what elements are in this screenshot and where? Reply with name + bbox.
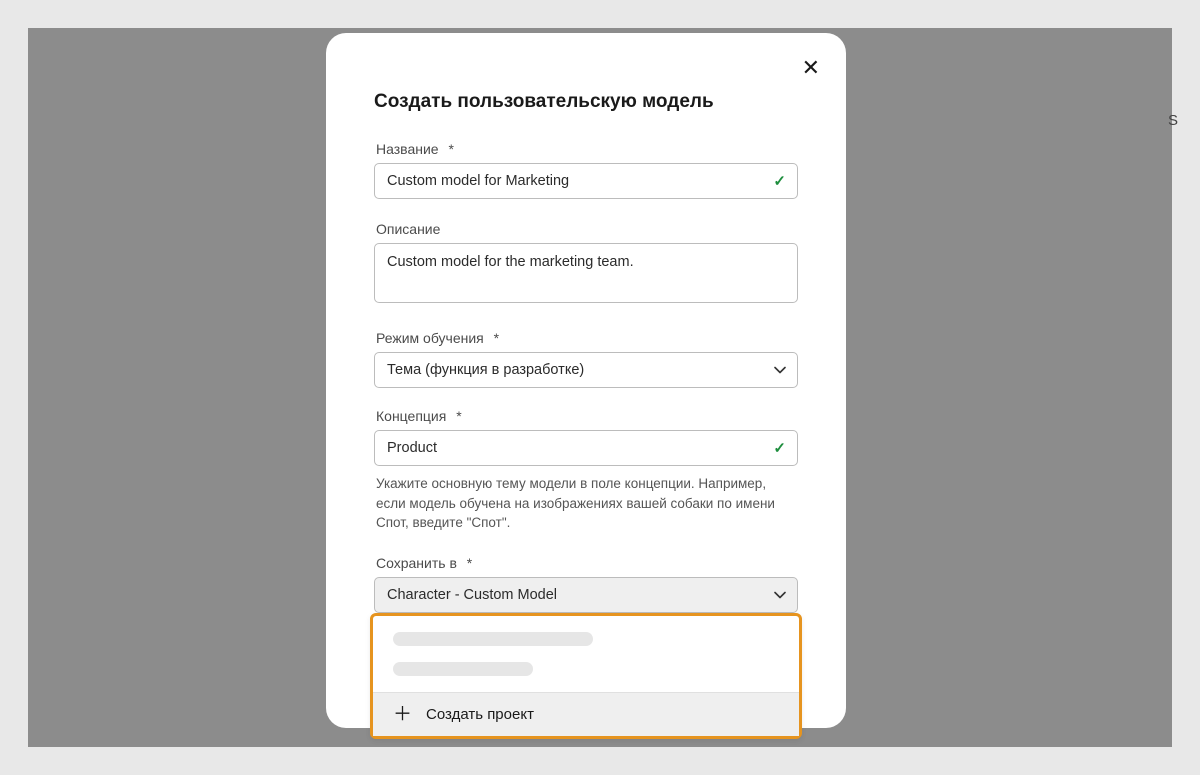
description-input-wrap: Custom model for the marketing team. (374, 243, 798, 308)
check-icon: ✓ (773, 172, 786, 190)
save-in-select-wrap: Character - Custom Model (374, 577, 798, 613)
skeleton-placeholder (393, 662, 533, 676)
concept-label: Концепция * (374, 408, 798, 424)
close-button[interactable]: ✕ (802, 57, 820, 79)
save-in-dropdown-panel: ＋ Создать проект (370, 613, 802, 739)
save-in-select[interactable]: Character - Custom Model (374, 577, 798, 613)
concept-help-text: Укажите основную тему модели в поле конц… (374, 474, 798, 533)
training-mode-select-wrap: Тема (функция в разработке) (374, 352, 798, 388)
training-mode-select[interactable]: Тема (функция в разработке) (374, 352, 798, 388)
create-project-label: Создать проект (426, 706, 534, 723)
required-asterisk: * (448, 141, 453, 157)
name-label: Название * (374, 141, 798, 157)
training-mode-label: Режим обучения * (374, 330, 798, 346)
create-project-button[interactable]: ＋ Создать проект (373, 692, 799, 736)
stray-char: S (1168, 112, 1178, 129)
required-asterisk: * (494, 330, 499, 346)
skeleton-placeholder (393, 632, 593, 646)
check-icon: ✓ (773, 439, 786, 457)
required-asterisk: * (467, 555, 472, 571)
save-in-label: Сохранить в * (374, 555, 798, 571)
name-input-wrap: ✓ (374, 163, 798, 199)
description-label: Описание (374, 221, 798, 237)
description-input[interactable]: Custom model for the marketing team. (374, 243, 798, 303)
concept-input-wrap: ✓ (374, 430, 798, 466)
name-input[interactable] (374, 163, 798, 199)
required-asterisk: * (456, 408, 461, 424)
close-icon: ✕ (802, 55, 820, 80)
modal-title: Создать пользовательскую модель (374, 91, 798, 113)
concept-input[interactable] (374, 430, 798, 466)
plus-icon: ＋ (393, 705, 412, 724)
